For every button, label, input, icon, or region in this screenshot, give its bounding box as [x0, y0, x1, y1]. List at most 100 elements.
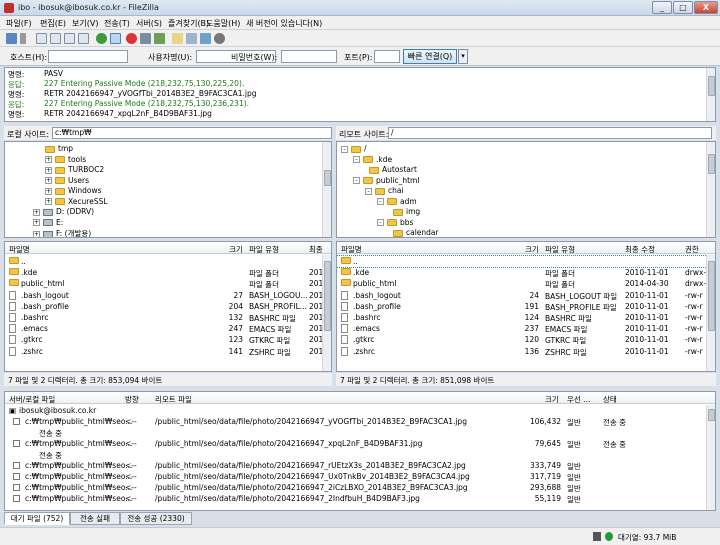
file-row[interactable]: .kde 파일 폴더 201 [5, 267, 331, 278]
expand-icon[interactable]: + [45, 198, 52, 205]
expand-icon[interactable]: - [365, 187, 372, 195]
maximize-button[interactable]: □ [673, 1, 693, 14]
minimize-button[interactable]: _ [652, 1, 672, 14]
expand-icon[interactable]: + [45, 177, 52, 184]
queue-row[interactable]: c:₩tmp₩public_html₩seo... <-- /public_html… [5, 460, 715, 471]
queue-checkbox[interactable] [13, 473, 20, 480]
queue-row[interactable]: c:₩tmp₩public_html₩seo... <-- /public_html… [5, 438, 715, 449]
tree-node[interactable]: - chai [365, 186, 404, 197]
file-row[interactable]: .bashrc 132 BASHRC 파일 201 [5, 312, 331, 323]
tree-node[interactable]: Autostart [369, 165, 417, 176]
col-size[interactable]: 크기 [545, 394, 559, 405]
tree-node[interactable]: + E: [33, 218, 63, 229]
col-priority[interactable]: 우선 ... [567, 394, 590, 405]
queue-checkbox[interactable] [13, 495, 20, 502]
remote-path-input[interactable]: / [388, 127, 712, 139]
disconnect-icon[interactable] [140, 33, 151, 44]
tree-node[interactable]: - adm [377, 197, 417, 208]
filter-icon[interactable] [172, 33, 183, 44]
file-row[interactable]: .. [337, 255, 715, 268]
close-button[interactable]: X [694, 1, 718, 14]
file-row[interactable]: public_html 파일 폴더 201 [5, 278, 331, 289]
col-type[interactable]: 파일 유형 [545, 244, 575, 255]
file-row[interactable]: .bash_logout 27 BASH_LOGOU... 201 [5, 290, 331, 301]
tab-failed-transfers[interactable]: 전송 실패 [70, 512, 120, 525]
expand-icon[interactable]: + [45, 187, 52, 195]
col-size[interactable]: 크기 [525, 244, 539, 255]
expand-icon[interactable]: + [33, 208, 40, 216]
file-row[interactable]: .bash_profile 191 BASH_PROFILE 파일 2010-11-0… [337, 301, 715, 312]
tree-node[interactable]: calendar [393, 228, 439, 237]
host-input[interactable] [48, 50, 128, 63]
tree-scrollbar[interactable] [322, 142, 331, 237]
queue-row[interactable]: c:₩tmp₩public_html₩seo... <-- /public_html… [5, 471, 715, 482]
expand-icon[interactable]: - [377, 198, 384, 205]
tree-node[interactable]: img [393, 207, 420, 218]
toggle-remote-tree-icon[interactable] [64, 33, 75, 44]
log-scrollbar[interactable] [706, 68, 715, 121]
col-permissions[interactable]: 권한 [685, 244, 699, 255]
tree-node[interactable]: - public_html [353, 176, 419, 187]
queue-checkbox[interactable] [13, 418, 20, 425]
tree-node[interactable]: + Windows [45, 186, 101, 197]
toggle-local-tree-icon[interactable] [50, 33, 61, 44]
password-input[interactable] [281, 50, 337, 63]
queue-checkbox[interactable] [13, 440, 20, 447]
expand-icon[interactable]: - [353, 177, 360, 184]
tab-successful-transfers[interactable]: 전송 성공 (2330) [120, 512, 192, 525]
expand-icon[interactable]: + [45, 156, 52, 163]
expand-icon[interactable]: - [377, 219, 384, 226]
tab-queued-files[interactable]: 대기 파일 (752) [4, 512, 70, 525]
file-row[interactable]: .gtkrc 123 GTKRC 파일 201 [5, 334, 331, 345]
col-status[interactable]: 상태 [603, 394, 617, 405]
queue-row[interactable]: c:₩tmp₩public_html₩seo... <-- /public_html… [5, 493, 715, 504]
file-row[interactable]: .kde 파일 폴더 2010-11-01 drwx- [337, 267, 715, 278]
col-modified[interactable]: 최종 [309, 244, 323, 255]
quick-connect-dropdown[interactable]: ▾ [458, 49, 468, 64]
expand-icon[interactable]: - [341, 145, 348, 153]
local-path-input[interactable]: c:₩tmp₩ [52, 127, 332, 139]
file-row[interactable]: .bash_logout 24 BASH_LOGOUT 파일 2010-11-01 -r… [337, 290, 715, 301]
expand-icon[interactable]: + [33, 219, 40, 226]
queue-scrollbar[interactable] [706, 405, 715, 510]
col-filename[interactable]: 파일명 [341, 244, 362, 255]
queue-checkbox[interactable] [13, 484, 20, 491]
col-filename[interactable]: 파일명 [9, 244, 30, 255]
col-direction[interactable]: 방향 [125, 394, 139, 405]
file-row[interactable]: .zshrc 136 ZSHRC 파일 2010-11-01 -rw-r [337, 346, 715, 357]
sync-browse-icon[interactable] [200, 33, 211, 44]
file-row[interactable]: .emacs 247 EMACS 파일 201 [5, 323, 331, 334]
menu-transfer[interactable]: 전송(T) [104, 18, 130, 29]
file-list-scrollbar[interactable] [706, 255, 715, 371]
menu-help[interactable]: 도움말(H) [206, 18, 240, 29]
col-size[interactable]: 크기 [229, 244, 243, 255]
search-icon[interactable] [214, 33, 225, 44]
quick-connect-button[interactable]: 빠른 연결(Q) [403, 49, 457, 64]
col-local-file[interactable]: 서버/로컬 파일 [9, 394, 55, 405]
menu-server[interactable]: 서버(S) [136, 18, 162, 29]
file-row[interactable]: .zshrc 141 ZSHRC 파일 201 [5, 346, 331, 357]
queue-checkbox[interactable] [13, 462, 20, 469]
queue-row[interactable]: c:₩tmp₩public_html₩seo... <-- /public_html… [5, 482, 715, 493]
col-remote-file[interactable]: 리모트 파일 [155, 394, 192, 405]
file-list-scrollbar[interactable] [322, 255, 331, 371]
file-row[interactable]: .gtkrc 120 GTKRC 파일 2010-11-01 -rw-r [337, 334, 715, 345]
toggle-queue-icon[interactable] [78, 33, 89, 44]
expand-icon[interactable]: + [33, 230, 40, 237]
reconnect-icon[interactable] [154, 33, 165, 44]
menu-file[interactable]: 파일(F) [6, 18, 32, 29]
port-input[interactable] [374, 50, 400, 63]
refresh-icon[interactable] [96, 33, 107, 44]
file-row[interactable]: .bashrc 124 BASHRC 파일 2010-11-01 -rw-r [337, 312, 715, 323]
menu-bookmarks[interactable]: 즐겨찾기(B) [168, 18, 209, 29]
tree-node[interactable]: + D: (DDRV) [33, 207, 94, 218]
tree-node[interactable]: - / [341, 144, 367, 155]
queue-row[interactable]: c:₩tmp₩public_html₩seo... <-- /public_html… [5, 416, 715, 427]
menu-view[interactable]: 보기(V) [72, 18, 98, 29]
expand-icon[interactable]: - [353, 156, 360, 163]
site-manager-icon[interactable] [6, 33, 17, 44]
queue-server-row[interactable]: ▣ ibosuk@ibosuk.co.kr [5, 405, 715, 416]
tree-node[interactable]: + TURBOC2 [45, 165, 104, 176]
tree-node[interactable]: - .kde [353, 155, 392, 166]
tree-node[interactable]: tmp [45, 144, 73, 155]
